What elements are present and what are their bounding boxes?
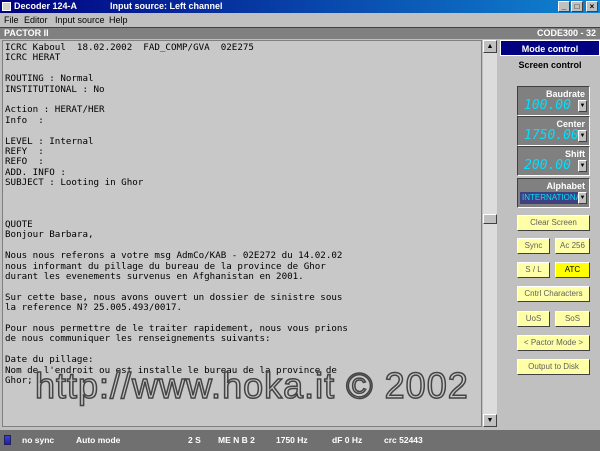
frequency-status: 1750 Hz [276,435,308,445]
time-status: 2 S [188,435,201,445]
center-box: Center 1750.00 ▼ [517,116,590,146]
clear-screen-button[interactable]: Clear Screen [517,215,590,231]
baudrate-value: 100.00 [524,98,571,113]
output-to-disk-button[interactable]: Output to Disk [517,359,590,375]
crc-status: crc 52443 [384,435,423,445]
code-label: CODE300 - 32 [536,28,596,38]
df-status: dF 0 Hz [332,435,363,445]
cntrl-characters-button[interactable]: Cntrl Characters [517,286,590,302]
mode-status: Auto mode [76,435,121,445]
maximize-button[interactable]: □ [571,1,583,12]
menu-help[interactable]: Help [109,15,128,25]
scroll-up-icon[interactable]: ▲ [483,40,497,53]
alphabet-box: Alphabet INTERNATIONAL ▼ [517,178,590,208]
menu-bar: File Editor Input source Help [0,13,600,27]
sl-button[interactable]: S / L [517,262,550,278]
pactor-mode-button[interactable]: < Pactor Mode > [517,335,590,351]
menu-editor[interactable]: Editor [24,15,48,25]
mode-control-tab[interactable]: Mode control [500,40,600,56]
close-button[interactable]: × [586,1,598,12]
mode-bar: PACTOR II CODE300 - 32 [0,27,600,39]
window-subtitle: Input source: Left channel [110,1,223,11]
baudrate-dropdown-icon[interactable]: ▼ [578,100,587,112]
shift-value: 200.00 [524,158,571,173]
uos-button[interactable]: UoS [517,311,550,327]
screen-control-tab[interactable]: Screen control [500,60,600,70]
atc-button[interactable]: ATC [555,262,590,278]
shift-box: Shift 200.00 ▼ [517,146,590,176]
scroll-down-icon[interactable]: ▼ [483,414,497,427]
baudrate-box: Baudrate 100.00 ▼ [517,86,590,116]
signal-led-icon [4,435,11,445]
alphabet-label: Alphabet [546,181,585,191]
ac256-button[interactable]: Ac 256 [555,238,590,254]
decoded-text: ICRC Kaboul 18.02.2002 FAD_COMP/GVA 02E2… [5,42,348,386]
scroll-thumb[interactable] [483,214,497,224]
sync-button[interactable]: Sync [517,238,550,254]
shift-dropdown-icon[interactable]: ▼ [578,160,587,172]
decoded-text-area[interactable]: ICRC Kaboul 18.02.2002 FAD_COMP/GVA 02E2… [2,40,482,427]
code-status: ME N B 2 [218,435,255,445]
sync-status: no sync [22,435,55,445]
watermark: http://www.hoka.it © 2002 [34,364,469,407]
center-dropdown-icon[interactable]: ▼ [578,130,587,142]
alphabet-select[interactable]: INTERNATIONAL [520,192,578,204]
control-panel: Mode control Screen control Baudrate 100… [500,40,600,427]
app-icon[interactable] [2,2,11,11]
protocol-label: PACTOR II [4,28,49,38]
menu-file[interactable]: File [4,15,19,25]
menu-input-source[interactable]: Input source [55,15,105,25]
alphabet-dropdown-icon[interactable]: ▼ [578,192,587,204]
vertical-scrollbar[interactable]: ▲ ▼ [483,40,497,427]
sos-button[interactable]: SoS [555,311,590,327]
window-title: Decoder 124-A [14,1,78,11]
center-value: 1750.00 [524,128,579,143]
minimize-button[interactable]: _ [558,1,570,12]
status-bar: no sync Auto mode 2 S ME N B 2 1750 Hz d… [0,430,600,451]
title-bar: Decoder 124-A Input source: Left channel… [0,0,600,13]
